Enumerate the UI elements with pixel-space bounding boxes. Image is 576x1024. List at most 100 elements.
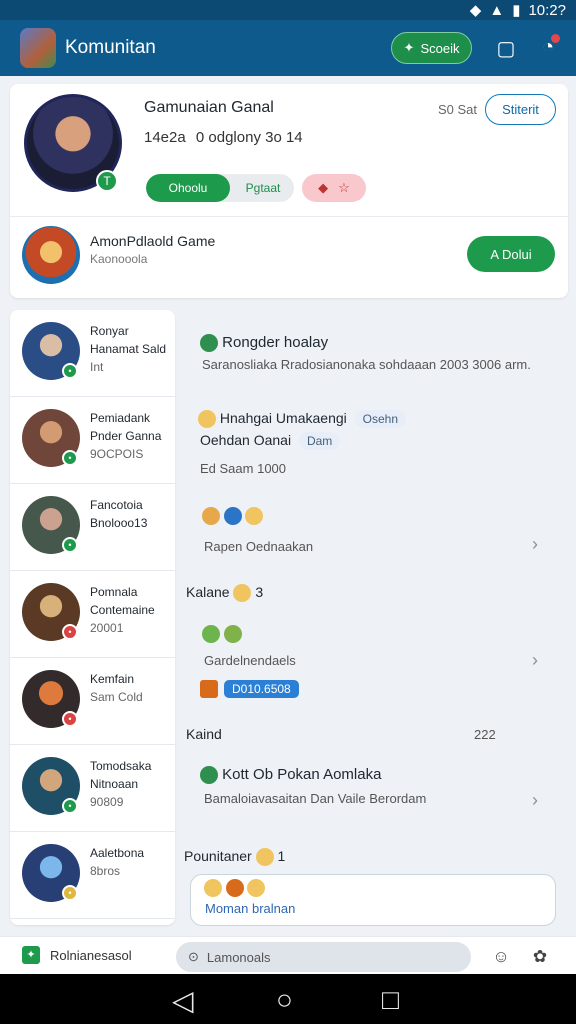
row-text: Ronyar Hanamat Sald Int xyxy=(90,322,170,376)
post-5-heading: Kott Ob Pokan Aomlaka xyxy=(200,766,381,785)
row-title: Pemiadank Pnder Ganna xyxy=(90,411,162,443)
chevron-right-icon[interactable]: › xyxy=(532,790,538,811)
row-text: Tomodsaka Nitnoaan 90809 xyxy=(90,757,170,811)
bottom-left-action[interactable]: ✦ Rolnianesasol xyxy=(22,946,132,964)
battery-icon: ▮ xyxy=(512,2,521,19)
list-item[interactable]: • Kemfain Sam Cold xyxy=(10,658,175,745)
notification-dot xyxy=(551,34,560,43)
reaction-icon xyxy=(223,624,242,643)
recents-icon[interactable]: □ xyxy=(382,984,399,1016)
row-text: Pomnala Contemaine 20001 xyxy=(90,583,170,637)
emoji-icon xyxy=(247,878,266,897)
join-button[interactable]: A Dolui xyxy=(467,236,555,272)
post-4-title: Kalane 3 xyxy=(186,584,263,603)
reaction-icon xyxy=(202,506,220,525)
post-2-tag-1[interactable]: Osehn xyxy=(354,410,406,428)
status-badge: • xyxy=(62,537,78,553)
back-icon[interactable]: ◁ xyxy=(172,984,194,1017)
face-icon[interactable]: ☺ xyxy=(491,947,511,967)
post-2-meta: Ed Saam 1000 xyxy=(200,461,287,476)
game-avatar xyxy=(22,226,80,284)
row-text: Pemiadank Pnder Ganna 9OCPOIS xyxy=(90,409,170,463)
post-2-line2: Oehdan Oanai Dam xyxy=(200,432,341,450)
bottom-bar: ✦ Rolnianesasol ⊙ Lamonoals ☺ ✿ xyxy=(0,936,576,974)
status-badge: • xyxy=(62,363,78,379)
bottom-left-label: Rolnianesasol xyxy=(50,947,132,963)
profile-stat-2: 0 odglony 3o 14 xyxy=(195,129,303,146)
list-item[interactable]: • Pemiadank Pnder Ganna 9OCPOIS xyxy=(10,397,175,484)
list-item[interactable]: • Ronyar Hanamat Sald Int xyxy=(10,310,175,397)
post-4-body: Gardelnendaels xyxy=(204,653,296,668)
sparkle-icon: ✦ xyxy=(403,40,415,55)
status-badge: • xyxy=(62,711,78,727)
segmented-control[interactable]: Ohoolu Pgtaat xyxy=(146,174,294,202)
post-1-body: Saranosliaka Rradosianonaka sohdaaan 200… xyxy=(202,357,531,372)
code-chip-value: D010.6508 xyxy=(224,680,299,698)
reaction-icon xyxy=(245,506,264,525)
row-subtitle: 9OCPOIS xyxy=(90,447,144,461)
star-icon: ☆ xyxy=(338,180,350,195)
row-subtitle: Int xyxy=(90,360,104,374)
row-title: Pomnala Contemaine xyxy=(90,585,155,617)
code-chip[interactable]: D010.6508 xyxy=(200,678,299,700)
search-input[interactable]: ⊙ Lamonoals xyxy=(176,942,471,972)
emoji-icon xyxy=(225,878,244,897)
list-item[interactable]: • Fancotoia Bnolooo13 xyxy=(10,484,175,571)
list-item[interactable]: • Aaletbona 8bros xyxy=(10,832,175,919)
emoji-row xyxy=(202,506,264,525)
settings-icon[interactable]: ✿ xyxy=(530,947,550,967)
row-text: Kemfain Sam Cold xyxy=(90,670,170,706)
game-subtitle: Kaonooola xyxy=(90,252,148,266)
wifi-icon: ◆ xyxy=(469,2,482,19)
action-pill[interactable]: ✦ Scoeik xyxy=(391,32,472,64)
chevron-right-icon[interactable]: › xyxy=(532,534,538,555)
row-subtitle: 8bros xyxy=(90,864,121,878)
time: 10:2? xyxy=(528,1,566,19)
status-right: ◆ ▲ ▮ 10:2? xyxy=(469,1,566,20)
row-title: Aaletbona xyxy=(90,846,145,860)
feed: Rongder hoalay Saranosliaka Rradosianona… xyxy=(182,310,568,930)
emoji-icon xyxy=(204,878,222,897)
app-logo xyxy=(20,28,56,68)
profile-card: T Gamunaian Ganal 14e2a 0 odglony 3o 14 … xyxy=(10,84,568,298)
post-2-title: Hnahgai Umakaengi Osehn xyxy=(198,410,406,429)
profile-divider xyxy=(10,216,568,217)
reaction-icon xyxy=(223,506,242,525)
reaction-icon xyxy=(202,624,220,643)
row-title: Fancotoia Bnolooo13 xyxy=(90,498,148,530)
row-text: Fancotoia Bnolooo13 xyxy=(90,496,170,532)
segment-right[interactable]: Pgtaat xyxy=(234,174,292,202)
chevron-right-icon[interactable]: › xyxy=(532,650,538,671)
home-icon[interactable]: ○ xyxy=(276,984,293,1016)
row-text: Aaletbona 8bros xyxy=(90,844,170,880)
smile-icon xyxy=(198,410,216,429)
status-bar: ◆ ▲ ▮ 10:2? xyxy=(0,0,576,20)
outline-button[interactable]: Stiterit xyxy=(485,94,556,125)
composer-text: Moman bralnan xyxy=(205,901,296,916)
profile-stat-1: 14e2a xyxy=(144,129,186,146)
list-item[interactable]: • Pomnala Contemaine 20001 xyxy=(10,571,175,658)
app-title: Komunitan xyxy=(65,37,156,58)
verified-badge: T xyxy=(96,170,118,192)
achievement-badges[interactable]: ◆ ☆ xyxy=(302,174,366,202)
post-2-tag-2[interactable]: Dam xyxy=(298,432,341,450)
post-5-count: 222 xyxy=(474,727,496,742)
row-subtitle: Sam Cold xyxy=(90,690,143,704)
diamond-icon: ◆ xyxy=(318,180,329,195)
action-pill-label: Scoeik xyxy=(420,40,460,56)
status-badge: • xyxy=(62,885,78,901)
search-icon: ⊙ xyxy=(188,949,199,964)
post-5-title: Kaind xyxy=(186,726,222,742)
shield-icon[interactable]: ▢ xyxy=(494,36,518,60)
row-subtitle: 90809 xyxy=(90,795,124,809)
join-button-label: A Dolui xyxy=(490,246,532,262)
row-title: Kemfain xyxy=(90,672,135,686)
list-item[interactable]: • Tomodsaka Nitnoaan 90809 xyxy=(10,745,175,832)
status-badge: • xyxy=(62,624,78,640)
smile-icon xyxy=(255,848,274,867)
segment-left[interactable]: Ohoolu xyxy=(146,174,230,202)
code-chip-icon xyxy=(200,680,218,698)
row-title: Tomodsaka Nitnoaan xyxy=(90,759,152,791)
composer-icons xyxy=(204,878,266,897)
profile-count: S0 Sat xyxy=(438,102,478,117)
